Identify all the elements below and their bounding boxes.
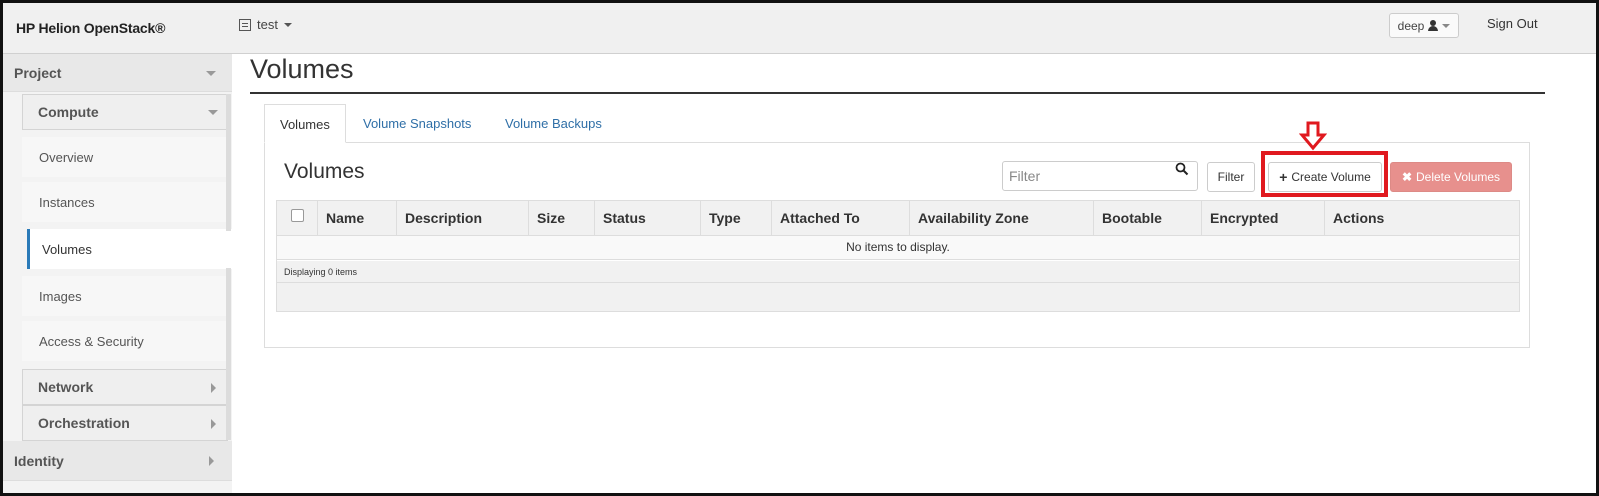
column-header[interactable]: Name — [317, 201, 396, 235]
tab-volume-backups[interactable]: Volume Backups — [505, 104, 602, 143]
search-icon[interactable] — [1175, 162, 1189, 176]
empty-message: No items to display. — [277, 236, 1519, 260]
project-switcher[interactable]: test — [239, 17, 292, 32]
sidebar-section-identity[interactable]: Identity — [3, 441, 232, 481]
table-footer: Displaying 0 items — [277, 261, 1519, 311]
sidebar-rail — [226, 268, 231, 440]
select-all-cell — [277, 201, 317, 235]
sidebar-group-label: Network — [38, 379, 94, 395]
sidebar-group-compute[interactable]: Compute — [22, 94, 228, 130]
column-header[interactable]: Bootable — [1093, 201, 1201, 235]
title-divider — [250, 92, 1545, 94]
annotation-highlight — [1261, 151, 1388, 197]
sidebar-group-label: Orchestration — [38, 415, 130, 431]
column-header: Actions — [1324, 201, 1519, 235]
chevron-right-icon — [211, 383, 216, 393]
filter-button[interactable]: Filter — [1207, 162, 1255, 192]
sidebar-item-access-security[interactable]: Access & Security — [22, 321, 228, 361]
footer-divider — [277, 282, 1519, 283]
column-header[interactable]: Encrypted — [1201, 201, 1324, 235]
filter-input[interactable] — [1003, 162, 1173, 190]
select-all-checkbox[interactable] — [291, 209, 304, 222]
sidebar-group-orchestration[interactable]: Orchestration — [22, 405, 228, 441]
sidebar-item-images[interactable]: Images — [22, 276, 228, 316]
x-icon: ✖ — [1401, 170, 1412, 184]
sign-out-link[interactable]: Sign Out — [1487, 16, 1538, 31]
sidebar-section-project[interactable]: Project — [3, 54, 232, 92]
column-header[interactable]: Size — [528, 201, 594, 235]
sidebar-section-label: Project — [14, 65, 62, 81]
brand-logo: HP Helion OpenStack® — [16, 20, 166, 36]
chevron-down-icon — [206, 71, 216, 76]
project-list-icon — [239, 18, 251, 31]
chevron-right-icon — [209, 456, 214, 466]
user-name: deep — [1397, 18, 1425, 33]
sidebar-group-network[interactable]: Network — [22, 369, 228, 405]
sidebar-rail — [226, 94, 231, 231]
sidebar-item-instances[interactable]: Instances — [22, 182, 228, 222]
table-header: Name Description Size Status Type Attach… — [277, 201, 1519, 236]
chevron-down-icon — [283, 22, 292, 27]
down-arrow-icon — [1299, 121, 1327, 151]
sidebar-group-label: Compute — [38, 104, 99, 120]
chevron-down-icon — [1442, 23, 1451, 28]
user-menu[interactable]: deep — [1389, 13, 1459, 38]
sidebar-section-label: Identity — [14, 453, 64, 469]
item-count: Displaying 0 items — [284, 267, 358, 277]
volumes-table: Name Description Size Status Type Attach… — [276, 200, 1520, 312]
user-icon — [1428, 20, 1439, 31]
column-header[interactable]: Type — [700, 201, 771, 235]
sidebar: Project Compute Overview Instances Volum… — [3, 54, 235, 493]
page-title: Volumes — [250, 54, 354, 84]
chevron-right-icon — [211, 419, 216, 429]
tab-volumes[interactable]: Volumes — [264, 104, 346, 143]
column-header[interactable]: Availability Zone — [909, 201, 1093, 235]
filter-field — [1002, 161, 1198, 191]
delete-volumes-button[interactable]: ✖ Delete Volumes — [1390, 162, 1512, 192]
delete-volumes-label: Delete Volumes — [1416, 170, 1501, 184]
panel-title: Volumes — [284, 160, 365, 183]
column-header[interactable]: Description — [396, 201, 528, 235]
column-header[interactable]: Status — [594, 201, 700, 235]
column-header[interactable]: Attached To — [771, 201, 909, 235]
project-name: test — [257, 17, 278, 32]
tab-volume-snapshots[interactable]: Volume Snapshots — [363, 104, 471, 143]
sidebar-item-overview[interactable]: Overview — [22, 137, 228, 177]
sidebar-item-volumes[interactable]: Volumes — [27, 229, 235, 269]
chevron-down-icon — [208, 110, 218, 115]
top-bar: HP Helion OpenStack® test deep Sign Out — [3, 3, 1596, 54]
